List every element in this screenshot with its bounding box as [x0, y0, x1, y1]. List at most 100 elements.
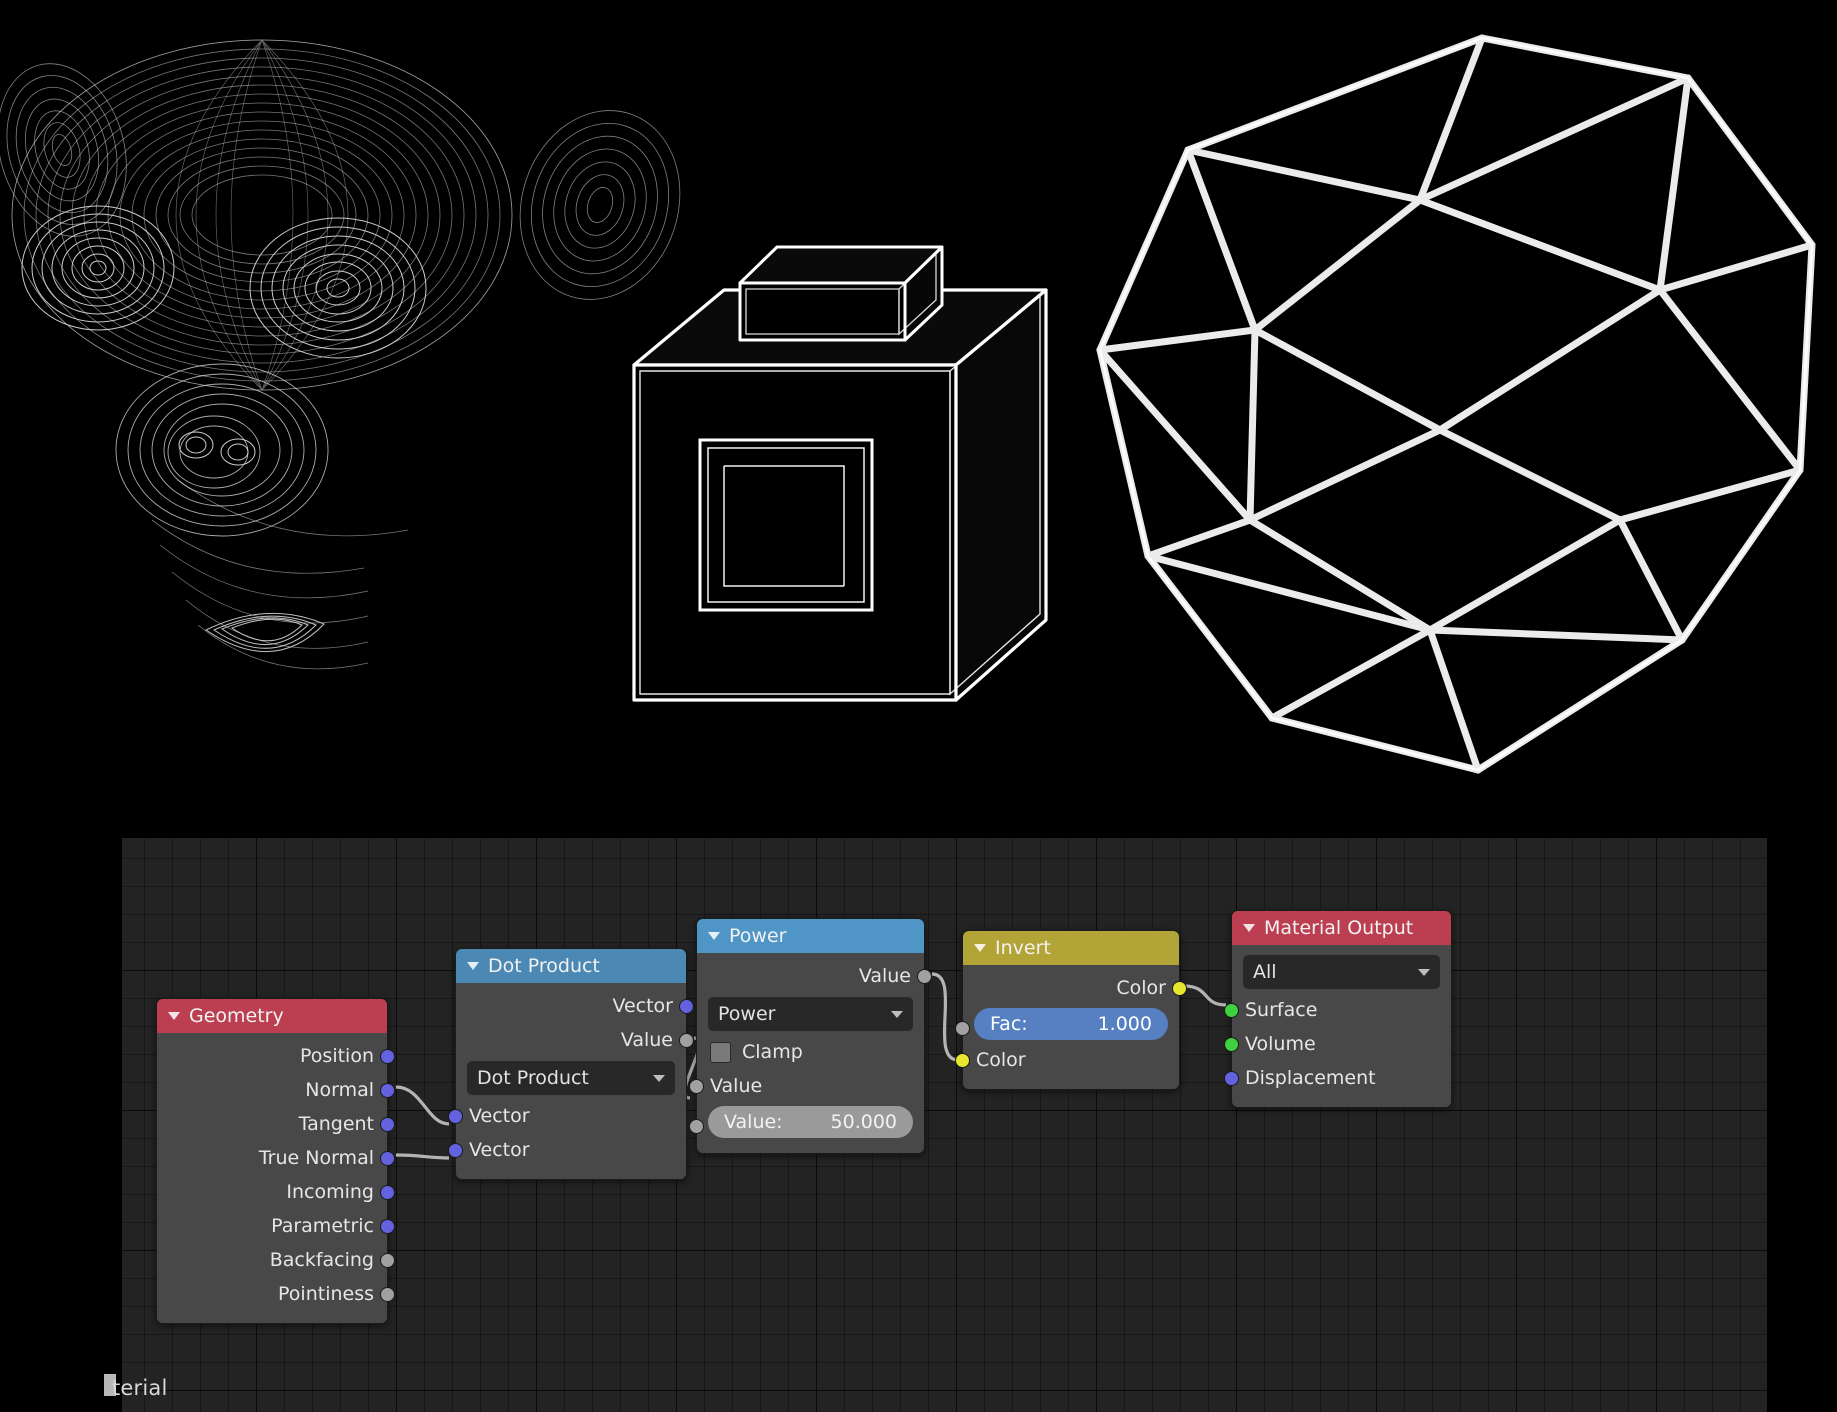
socket-row-color-out[interactable]: Color: [963, 971, 1187, 1005]
value-slider-label: Value:: [724, 1111, 783, 1133]
socket-row-value-in[interactable]: Value: [689, 1069, 924, 1103]
socket-row-backfacing[interactable]: Backfacing: [157, 1243, 395, 1277]
viewport-3d[interactable]: [0, 0, 1837, 838]
socket-true-normal[interactable]: [380, 1151, 395, 1166]
chevron-down-icon[interactable]: [891, 1010, 903, 1018]
node-title: Power: [729, 925, 787, 947]
socket-label: Parametric: [271, 1215, 374, 1237]
target-dropdown[interactable]: All: [1243, 955, 1440, 989]
socket-backfacing[interactable]: [380, 1253, 395, 1268]
node-invert-body: Color Fac: 1.000 Color: [955, 965, 1187, 1089]
node-dot-product-body: Vector Value Dot Product Vector Vector: [448, 983, 694, 1179]
socket-label: Vector: [612, 995, 673, 1017]
socket-label: Backfacing: [269, 1249, 374, 1271]
operation-dropdown[interactable]: Power: [708, 997, 913, 1031]
node-material-output[interactable]: Material Output All Surface Volume Displ…: [1224, 910, 1452, 1108]
socket-value-out[interactable]: [917, 969, 932, 984]
node-invert-header[interactable]: Invert: [963, 931, 1179, 965]
socket-row-color-in[interactable]: Color: [955, 1043, 1179, 1077]
socket-label: Value: [858, 965, 911, 987]
fac-slider-label: Fac:: [990, 1013, 1028, 1035]
clamp-label: Clamp: [742, 1041, 803, 1063]
socket-row-pointiness[interactable]: Pointiness: [157, 1277, 395, 1311]
socket-label: Position: [300, 1045, 374, 1067]
clamp-checkbox-row[interactable]: Clamp: [697, 1035, 924, 1069]
viewport-wireframes: [0, 34, 1816, 774]
socket-row-normal[interactable]: Normal: [157, 1073, 395, 1107]
node-dot-product[interactable]: Dot Product Vector Value Dot Product Vec…: [448, 948, 694, 1180]
suzanne-wireframe: [0, 39, 681, 670]
socket-label: True Normal: [258, 1147, 374, 1169]
operation-dropdown[interactable]: Dot Product: [467, 1061, 675, 1095]
node-title: Dot Product: [488, 955, 600, 977]
node-material-output-body: All Surface Volume Displacement: [1224, 945, 1451, 1107]
node-invert[interactable]: Invert Color Fac: 1.000 Color: [955, 930, 1187, 1090]
operation-dropdown-label: Power: [718, 1003, 776, 1025]
socket-row-parametric[interactable]: Parametric: [157, 1209, 395, 1243]
collapse-triangle-icon[interactable]: [467, 962, 479, 970]
node-material-output-header[interactable]: Material Output: [1232, 911, 1451, 945]
socket-label: Color: [1116, 977, 1166, 999]
socket-incoming[interactable]: [380, 1185, 395, 1200]
socket-label: Tangent: [298, 1113, 374, 1135]
socket-row-true-normal[interactable]: True Normal: [157, 1141, 395, 1175]
value-slider-value: 50.000: [830, 1111, 897, 1133]
socket-label: Pointiness: [278, 1283, 374, 1305]
chevron-down-icon[interactable]: [1418, 968, 1430, 976]
shader-node-editor[interactable]: Geometry Position Normal Tangent True No…: [122, 838, 1767, 1412]
clamp-checkbox[interactable]: [710, 1041, 731, 1063]
socket-row-surface[interactable]: Surface: [1224, 993, 1451, 1027]
socket-row-volume[interactable]: Volume: [1224, 1027, 1451, 1061]
socket-tangent[interactable]: [380, 1117, 395, 1132]
socket-fac-in[interactable]: [955, 1021, 970, 1036]
socket-position[interactable]: [380, 1049, 395, 1064]
collapse-triangle-icon[interactable]: [1243, 924, 1255, 932]
socket-displacement[interactable]: [1224, 1071, 1239, 1086]
socket-surface[interactable]: [1224, 1003, 1239, 1018]
socket-row-vector-out[interactable]: Vector: [456, 989, 694, 1023]
socket-row-position[interactable]: Position: [157, 1039, 395, 1073]
socket-normal[interactable]: [380, 1083, 395, 1098]
icosphere-wireframe: [1096, 34, 1816, 774]
cube-wireframe: [632, 245, 1048, 702]
node-geometry-body: Position Normal Tangent True Normal Inco…: [157, 1033, 395, 1323]
socket-row-incoming[interactable]: Incoming: [157, 1175, 395, 1209]
socket-row-value-out[interactable]: Value: [456, 1023, 694, 1057]
socket-parametric[interactable]: [380, 1219, 395, 1234]
socket-row-displacement[interactable]: Displacement: [1224, 1061, 1451, 1095]
node-dot-product-header[interactable]: Dot Product: [456, 949, 686, 983]
breadcrumb: terial: [112, 1376, 168, 1400]
socket-label: Value: [620, 1029, 673, 1051]
socket-color-in[interactable]: [955, 1053, 970, 1068]
chevron-down-icon[interactable]: [653, 1074, 665, 1082]
node-title: Geometry: [189, 1005, 284, 1027]
socket-vector-in-1[interactable]: [448, 1109, 463, 1124]
fac-slider-value: 1.000: [1097, 1013, 1152, 1035]
socket-label: Normal: [305, 1079, 374, 1101]
socket-vector-in-2[interactable]: [448, 1143, 463, 1158]
node-power-header[interactable]: Power: [697, 919, 924, 953]
socket-color-out[interactable]: [1172, 981, 1187, 996]
socket-label: Vector: [469, 1105, 530, 1127]
collapse-triangle-icon[interactable]: [974, 944, 986, 952]
node-geometry-header[interactable]: Geometry: [157, 999, 387, 1033]
socket-label: Vector: [469, 1139, 530, 1161]
socket-volume[interactable]: [1224, 1037, 1239, 1052]
fac-slider[interactable]: Fac: 1.000: [974, 1008, 1168, 1040]
collapse-triangle-icon[interactable]: [168, 1012, 180, 1020]
node-power[interactable]: Power Value Power Clamp Value Value: 50.…: [689, 918, 932, 1154]
value-slider[interactable]: Value: 50.000: [708, 1106, 913, 1138]
socket-value-out[interactable]: [679, 1033, 694, 1048]
socket-row-value-out[interactable]: Value: [697, 959, 932, 993]
collapse-triangle-icon[interactable]: [708, 932, 720, 940]
socket-label: Surface: [1245, 999, 1318, 1021]
socket-row-vector-in-1[interactable]: Vector: [448, 1099, 686, 1133]
node-geometry[interactable]: Geometry Position Normal Tangent True No…: [156, 998, 395, 1324]
socket-row-vector-in-2[interactable]: Vector: [448, 1133, 686, 1167]
socket-value-in-2[interactable]: [689, 1119, 704, 1134]
socket-label: Displacement: [1245, 1067, 1376, 1089]
socket-row-tangent[interactable]: Tangent: [157, 1107, 395, 1141]
socket-vector-out[interactable]: [679, 999, 694, 1014]
socket-value-in[interactable]: [689, 1079, 704, 1094]
socket-pointiness[interactable]: [380, 1287, 395, 1302]
